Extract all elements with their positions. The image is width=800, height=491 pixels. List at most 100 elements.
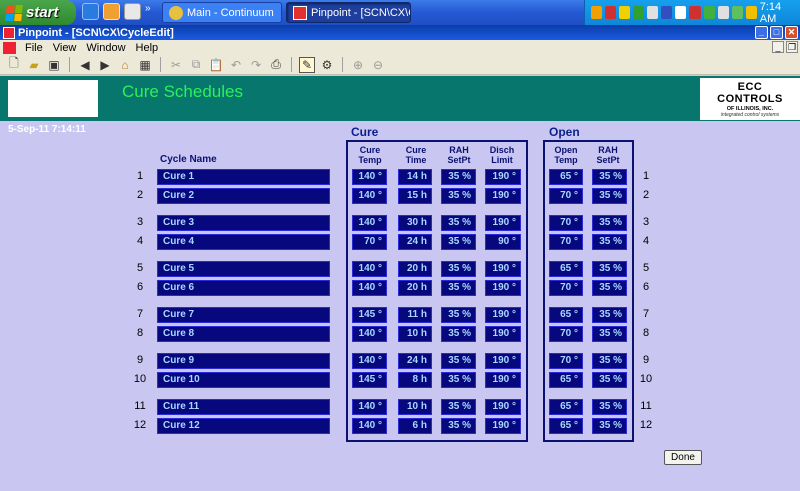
rah-setpt-field[interactable]: 35 % — [441, 353, 476, 369]
menu-view[interactable]: View — [48, 42, 82, 54]
tray-icon[interactable] — [647, 6, 659, 19]
copy-icon[interactable]: ⧉ — [188, 57, 204, 73]
cure-temp-field[interactable]: 140 ° — [352, 261, 387, 277]
rah-setpt-field[interactable]: 35 % — [441, 215, 476, 231]
tray-icon[interactable] — [689, 6, 701, 19]
menu-help[interactable]: Help — [131, 42, 164, 54]
edit-pencil-icon[interactable]: ✎ — [299, 56, 315, 73]
cure-time-field[interactable]: 10 h — [398, 399, 432, 415]
tray-icon[interactable] — [661, 6, 673, 19]
cycle-name-field[interactable]: Cure 7 — [157, 307, 330, 323]
redo-icon[interactable]: ↷ — [248, 57, 264, 73]
tray-icon[interactable] — [591, 6, 603, 19]
rah-setpt-field[interactable]: 35 % — [441, 280, 476, 296]
disch-limit-field[interactable]: 190 ° — [485, 353, 521, 369]
cure-time-field[interactable]: 30 h — [398, 215, 432, 231]
done-button[interactable]: Done — [664, 450, 702, 465]
open-rah-setpt-field[interactable]: 35 % — [592, 261, 627, 277]
cycle-name-field[interactable]: Cure 12 — [157, 418, 330, 434]
open-rah-setpt-field[interactable]: 35 % — [592, 418, 627, 434]
open-rah-setpt-field[interactable]: 35 % — [592, 399, 627, 415]
rah-setpt-field[interactable]: 35 % — [441, 234, 476, 250]
tray-icon[interactable] — [605, 6, 617, 19]
open-rah-setpt-field[interactable]: 35 % — [592, 326, 627, 342]
cure-temp-field[interactable]: 145 ° — [352, 307, 387, 323]
start-button[interactable]: start — [0, 0, 76, 25]
cycle-name-field[interactable]: Cure 8 — [157, 326, 330, 342]
mdi-restore-button[interactable]: ❐ — [786, 41, 798, 53]
maximize-button[interactable]: □ — [770, 26, 783, 39]
rah-setpt-field[interactable]: 35 % — [441, 188, 476, 204]
open-rah-setpt-field[interactable]: 35 % — [592, 215, 627, 231]
cycle-name-field[interactable]: Cure 11 — [157, 399, 330, 415]
task-pinpoint[interactable]: Pinpoint - [SCN\CX\C... — [286, 2, 411, 23]
minimize-button[interactable]: _ — [755, 26, 768, 39]
cure-time-field[interactable]: 24 h — [398, 234, 432, 250]
cure-temp-field[interactable]: 140 ° — [352, 280, 387, 296]
disch-limit-field[interactable]: 190 ° — [485, 399, 521, 415]
close-button[interactable]: ✕ — [785, 26, 798, 39]
cycle-name-field[interactable]: Cure 2 — [157, 188, 330, 204]
open-temp-field[interactable]: 65 ° — [549, 307, 583, 323]
cycle-name-field[interactable]: Cure 1 — [157, 169, 330, 185]
cure-time-field[interactable]: 20 h — [398, 280, 432, 296]
cure-time-field[interactable]: 24 h — [398, 353, 432, 369]
new-file-icon[interactable]: 🗋 — [6, 56, 22, 73]
network-icon[interactable] — [731, 6, 743, 19]
open-rah-setpt-field[interactable]: 35 % — [592, 307, 627, 323]
back-arrow-icon[interactable]: ◀ — [77, 57, 93, 73]
open-rah-setpt-field[interactable]: 35 % — [592, 169, 627, 185]
cure-temp-field[interactable]: 140 ° — [352, 215, 387, 231]
cure-temp-field[interactable]: 140 ° — [352, 353, 387, 369]
rah-setpt-field[interactable]: 35 % — [441, 418, 476, 434]
wizard-icon[interactable]: ⚙ — [319, 57, 335, 73]
disch-limit-field[interactable]: 90 ° — [485, 234, 521, 250]
home-icon[interactable]: ⌂ — [117, 57, 133, 73]
open-temp-field[interactable]: 65 ° — [549, 372, 583, 388]
disch-limit-field[interactable]: 190 ° — [485, 280, 521, 296]
open-rah-setpt-field[interactable]: 35 % — [592, 280, 627, 296]
cure-time-field[interactable]: 20 h — [398, 261, 432, 277]
menu-window[interactable]: Window — [81, 42, 130, 54]
cure-temp-field[interactable]: 140 ° — [352, 169, 387, 185]
clock[interactable]: 7:14 AM — [760, 1, 794, 25]
rah-setpt-field[interactable]: 35 % — [441, 399, 476, 415]
cure-temp-field[interactable]: 70 ° — [352, 234, 387, 250]
cycle-name-field[interactable]: Cure 9 — [157, 353, 330, 369]
paste-icon[interactable]: 📋 — [208, 57, 224, 73]
print-icon[interactable]: ⎙ — [268, 57, 284, 73]
cure-time-field[interactable]: 8 h — [398, 372, 432, 388]
rah-setpt-field[interactable]: 35 % — [441, 307, 476, 323]
document-icon[interactable] — [3, 41, 16, 54]
cycle-name-field[interactable]: Cure 10 — [157, 372, 330, 388]
cure-temp-field[interactable]: 140 ° — [352, 399, 387, 415]
ie-icon[interactable] — [82, 3, 99, 20]
zoom-out-icon[interactable]: ⊖ — [370, 57, 386, 73]
open-temp-field[interactable]: 70 ° — [549, 326, 583, 342]
open-temp-field[interactable]: 70 ° — [549, 234, 583, 250]
open-temp-field[interactable]: 70 ° — [549, 215, 583, 231]
tray-icon[interactable] — [633, 6, 645, 19]
app-icon[interactable] — [3, 26, 15, 39]
menu-file[interactable]: File — [20, 42, 48, 54]
cure-temp-field[interactable]: 140 ° — [352, 326, 387, 342]
cure-time-field[interactable]: 11 h — [398, 307, 432, 323]
disch-limit-field[interactable]: 190 ° — [485, 326, 521, 342]
tray-icon[interactable] — [703, 6, 715, 19]
open-rah-setpt-field[interactable]: 35 % — [592, 234, 627, 250]
open-temp-field[interactable]: 70 ° — [549, 353, 583, 369]
cycle-name-field[interactable]: Cure 6 — [157, 280, 330, 296]
forward-arrow-icon[interactable]: ▶ — [97, 57, 113, 73]
tray-icon[interactable] — [745, 6, 757, 19]
open-temp-field[interactable]: 70 ° — [549, 188, 583, 204]
mdi-minimize-button[interactable]: _ — [772, 41, 784, 53]
open-temp-field[interactable]: 65 ° — [549, 399, 583, 415]
cure-temp-field[interactable]: 140 ° — [352, 418, 387, 434]
rah-setpt-field[interactable]: 35 % — [441, 326, 476, 342]
open-rah-setpt-field[interactable]: 35 % — [592, 188, 627, 204]
disch-limit-field[interactable]: 190 ° — [485, 261, 521, 277]
open-temp-field[interactable]: 65 ° — [549, 418, 583, 434]
window-titlebar[interactable]: Pinpoint - [SCN\CX\CycleEdit] _ □ ✕ — [0, 25, 800, 40]
cycle-name-field[interactable]: Cure 5 — [157, 261, 330, 277]
save-icon[interactable]: ▣ — [46, 57, 62, 73]
